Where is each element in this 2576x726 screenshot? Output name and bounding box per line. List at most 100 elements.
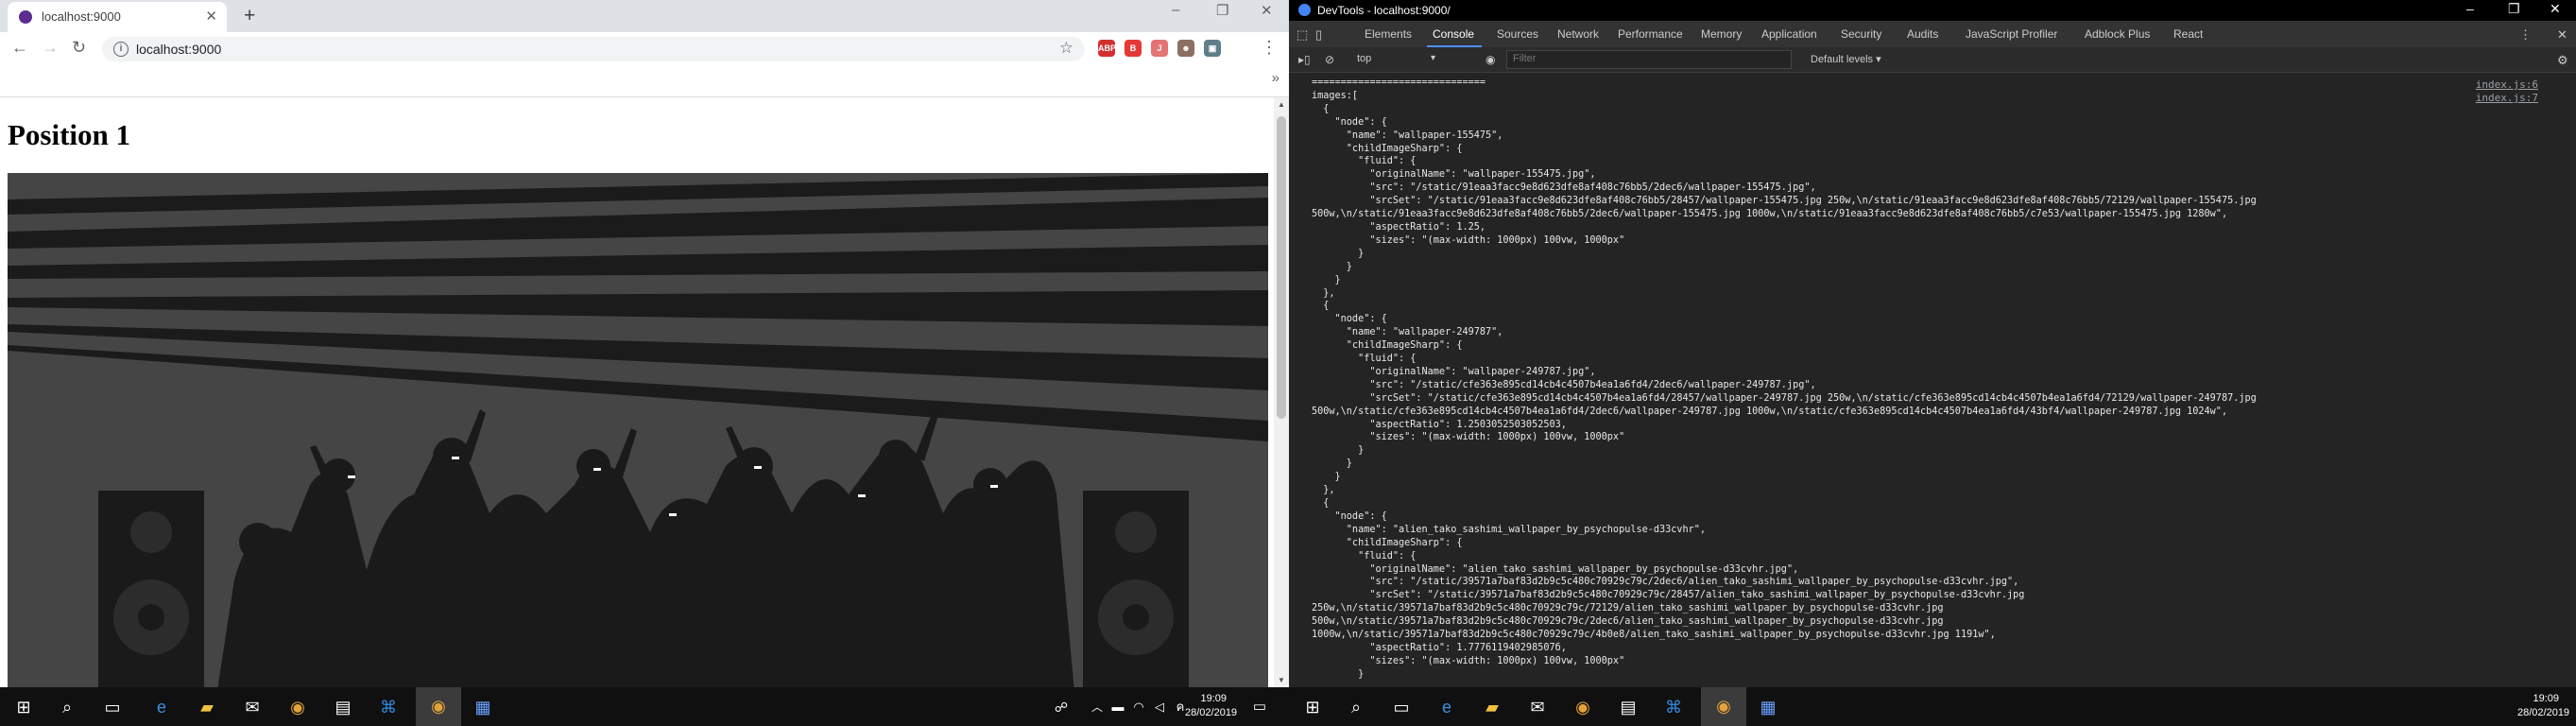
file-explorer-icon[interactable]: ▰	[1482, 697, 1503, 717]
context-selector[interactable]: top	[1357, 53, 1371, 64]
adblock-extension-icon[interactable]: ABP	[1098, 40, 1116, 57]
filter-placeholder: Filter	[1513, 53, 1537, 64]
chrome-active-icon[interactable]: ◉	[416, 687, 461, 726]
log-levels-dropdown[interactable]: Default levels ▾	[1811, 53, 1881, 65]
site-info-icon[interactable]: i	[113, 42, 129, 57]
console-filter-input[interactable]: Filter	[1506, 50, 1792, 69]
tab-javascript-profiler[interactable]: JavaScript Profiler	[1966, 27, 2057, 41]
file-explorer-icon[interactable]: ▰	[197, 697, 217, 717]
browser-toolbar: ← → ↻ i localhost:9000 ☆ ⋮	[0, 32, 1289, 67]
tab-memory[interactable]: Memory	[1701, 27, 1742, 41]
eye-icon[interactable]: ◉	[1485, 53, 1495, 66]
tab-strip: localhost:9000 ✕ + – ❐ ✕	[0, 0, 1289, 32]
tab-application[interactable]: Application	[1761, 27, 1817, 41]
extension-icon[interactable]: B	[1125, 40, 1142, 57]
task-view-icon[interactable]: ▭	[1391, 697, 1412, 717]
windows-start-icon[interactable]: ⊞	[1302, 697, 1323, 717]
terminal-icon[interactable]: ▤	[1618, 697, 1639, 717]
mail-icon[interactable]: ✉	[1527, 697, 1548, 717]
clock-date: 28/02/2019	[1185, 707, 1238, 718]
volume-icon[interactable]: ◁	[1149, 697, 1170, 717]
app-icon[interactable]: ▦	[1758, 697, 1778, 717]
battery-icon: ▬	[1111, 700, 1125, 714]
browser-menu-icon[interactable]: ⋮	[1261, 38, 1278, 58]
edge-icon[interactable]: e	[151, 697, 172, 717]
notifications-icon[interactable]: ▭	[1249, 697, 1270, 717]
tab-adblock-plus[interactable]: Adblock Plus	[2085, 27, 2150, 41]
console-log-message: ============================== images:[ …	[1312, 78, 2257, 680]
source-link[interactable]: index.js:6	[2476, 78, 2538, 91]
tab-audits[interactable]: Audits	[1907, 27, 1938, 41]
scrollbar-thumb[interactable]	[1277, 116, 1286, 419]
bookmarks-bar: »	[0, 66, 1289, 97]
edge-icon[interactable]: e	[1436, 697, 1457, 717]
address-bar[interactable]: i localhost:9000 ☆	[102, 37, 1085, 61]
page-scrollbar[interactable]: ▲ ▼	[1274, 97, 1289, 687]
app-icon[interactable]: ▦	[472, 697, 493, 717]
taskbar-clock[interactable]: 19:09 28/02/2019	[1185, 692, 1238, 720]
vscode-icon[interactable]: ⌘	[378, 697, 399, 717]
devtools-tabbar: ⬚ ▯ Elements Console Sources Network Per…	[1289, 21, 2576, 48]
close-window-button[interactable]: ✕	[2550, 1, 2561, 17]
chrome-icon[interactable]: ◉	[287, 697, 308, 717]
device-toolbar-icon[interactable]: ▯	[1315, 27, 1322, 43]
address-bar-url: localhost:9000	[136, 42, 222, 57]
reload-icon[interactable]: ↻	[72, 38, 86, 58]
console-sidebar-icon[interactable]: ▸▯	[1298, 53, 1311, 66]
network-icon[interactable]: ◠	[1128, 697, 1149, 717]
tab-performance[interactable]: Performance	[1618, 27, 1683, 41]
windows-start-icon[interactable]: ⊞	[13, 697, 34, 717]
chrome-active-icon[interactable]: ◉	[1701, 687, 1746, 726]
close-window-button[interactable]: ✕	[1261, 2, 1273, 19]
clock-date: 28/02/2019	[2517, 707, 2570, 718]
search-icon[interactable]: ⌕	[57, 697, 77, 717]
tab-network[interactable]: Network	[1557, 27, 1599, 41]
taskbar-right: ⊞ ⌕ ▭ e ▰ ✉ ◉ ▤ ⌘ ◉ ▦ 19:09 28/02/2019	[1289, 687, 2576, 726]
clear-console-icon[interactable]: ⊘	[1325, 53, 1334, 66]
close-tab-icon[interactable]: ✕	[205, 8, 217, 25]
vscode-icon[interactable]: ⌘	[1663, 697, 1684, 717]
clock-time: 19:09	[1200, 693, 1227, 704]
tab-security[interactable]: Security	[1841, 27, 1881, 41]
close-devtools-icon[interactable]: ✕	[2557, 27, 2567, 43]
more-bookmarks-chevron-icon[interactable]: »	[1272, 70, 1279, 86]
terminal-icon[interactable]: ▤	[333, 697, 353, 717]
page-title: Position 1	[8, 118, 131, 151]
devtools-menu-icon[interactable]: ⋮	[2519, 27, 2532, 43]
maximize-button[interactable]: ❐	[2508, 1, 2520, 17]
source-link[interactable]: index.js:7	[2476, 92, 2538, 104]
scroll-up-arrow-icon[interactable]: ▲	[1278, 100, 1285, 109]
forward-arrow-icon[interactable]: →	[42, 38, 59, 58]
extension-icon[interactable]: J	[1151, 40, 1168, 57]
back-arrow-icon[interactable]: ←	[11, 38, 28, 58]
chrome-icon[interactable]: ◉	[1572, 697, 1593, 717]
extension-icon[interactable]: ▣	[1204, 40, 1221, 57]
taskbar-clock[interactable]: 19:09 28/02/2019	[2517, 692, 2570, 720]
scroll-down-arrow-icon[interactable]: ▼	[1278, 676, 1285, 684]
console-toolbar: ▸▯ ⊘ top ▾ Filter ◉ Default levels ▾ ⚙	[1289, 47, 2576, 73]
tab-react[interactable]: React	[2173, 27, 2203, 41]
people-icon[interactable]: ☍	[1051, 697, 1072, 717]
minimize-button[interactable]: –	[2466, 1, 2474, 16]
browser-window: localhost:9000 ✕ + – ❐ ✕ ← → ↻ i localho…	[0, 0, 1289, 726]
inspect-element-icon[interactable]: ⬚	[1297, 27, 1308, 43]
console-settings-gear-icon[interactable]: ⚙	[2557, 53, 2568, 68]
tab-sources[interactable]: Sources	[1497, 27, 1538, 41]
browser-tab[interactable]: localhost:9000 ✕	[8, 2, 227, 32]
extension-icon[interactable]: ☻	[1177, 40, 1194, 57]
mail-icon[interactable]: ✉	[242, 697, 263, 717]
tab-console[interactable]: Console	[1433, 27, 1474, 41]
context-dropdown-chevron-icon[interactable]: ▾	[1431, 53, 1435, 63]
page-viewport: Position 1	[0, 97, 1274, 687]
taskbar-left: ⊞ ⌕ ▭ e ▰ ✉ ◉ ▤ ⌘ ◉ ▦ ☍ ︿ ▬ ◠ ◁ ค 19:09 …	[0, 687, 1289, 726]
bookmark-star-icon[interactable]: ☆	[1059, 39, 1073, 58]
console-output: ============================== images:[ …	[1289, 73, 2576, 687]
site-favicon-icon	[19, 10, 32, 24]
tab-elements[interactable]: Elements	[1365, 27, 1412, 41]
task-view-icon[interactable]: ▭	[102, 697, 123, 717]
search-icon[interactable]: ⌕	[1346, 697, 1366, 717]
new-tab-button[interactable]: +	[244, 5, 255, 27]
tray-chevron-up-icon[interactable]: ︿	[1087, 697, 1108, 717]
minimize-button[interactable]: –	[1172, 2, 1179, 18]
maximize-button[interactable]: ❐	[1216, 2, 1228, 19]
